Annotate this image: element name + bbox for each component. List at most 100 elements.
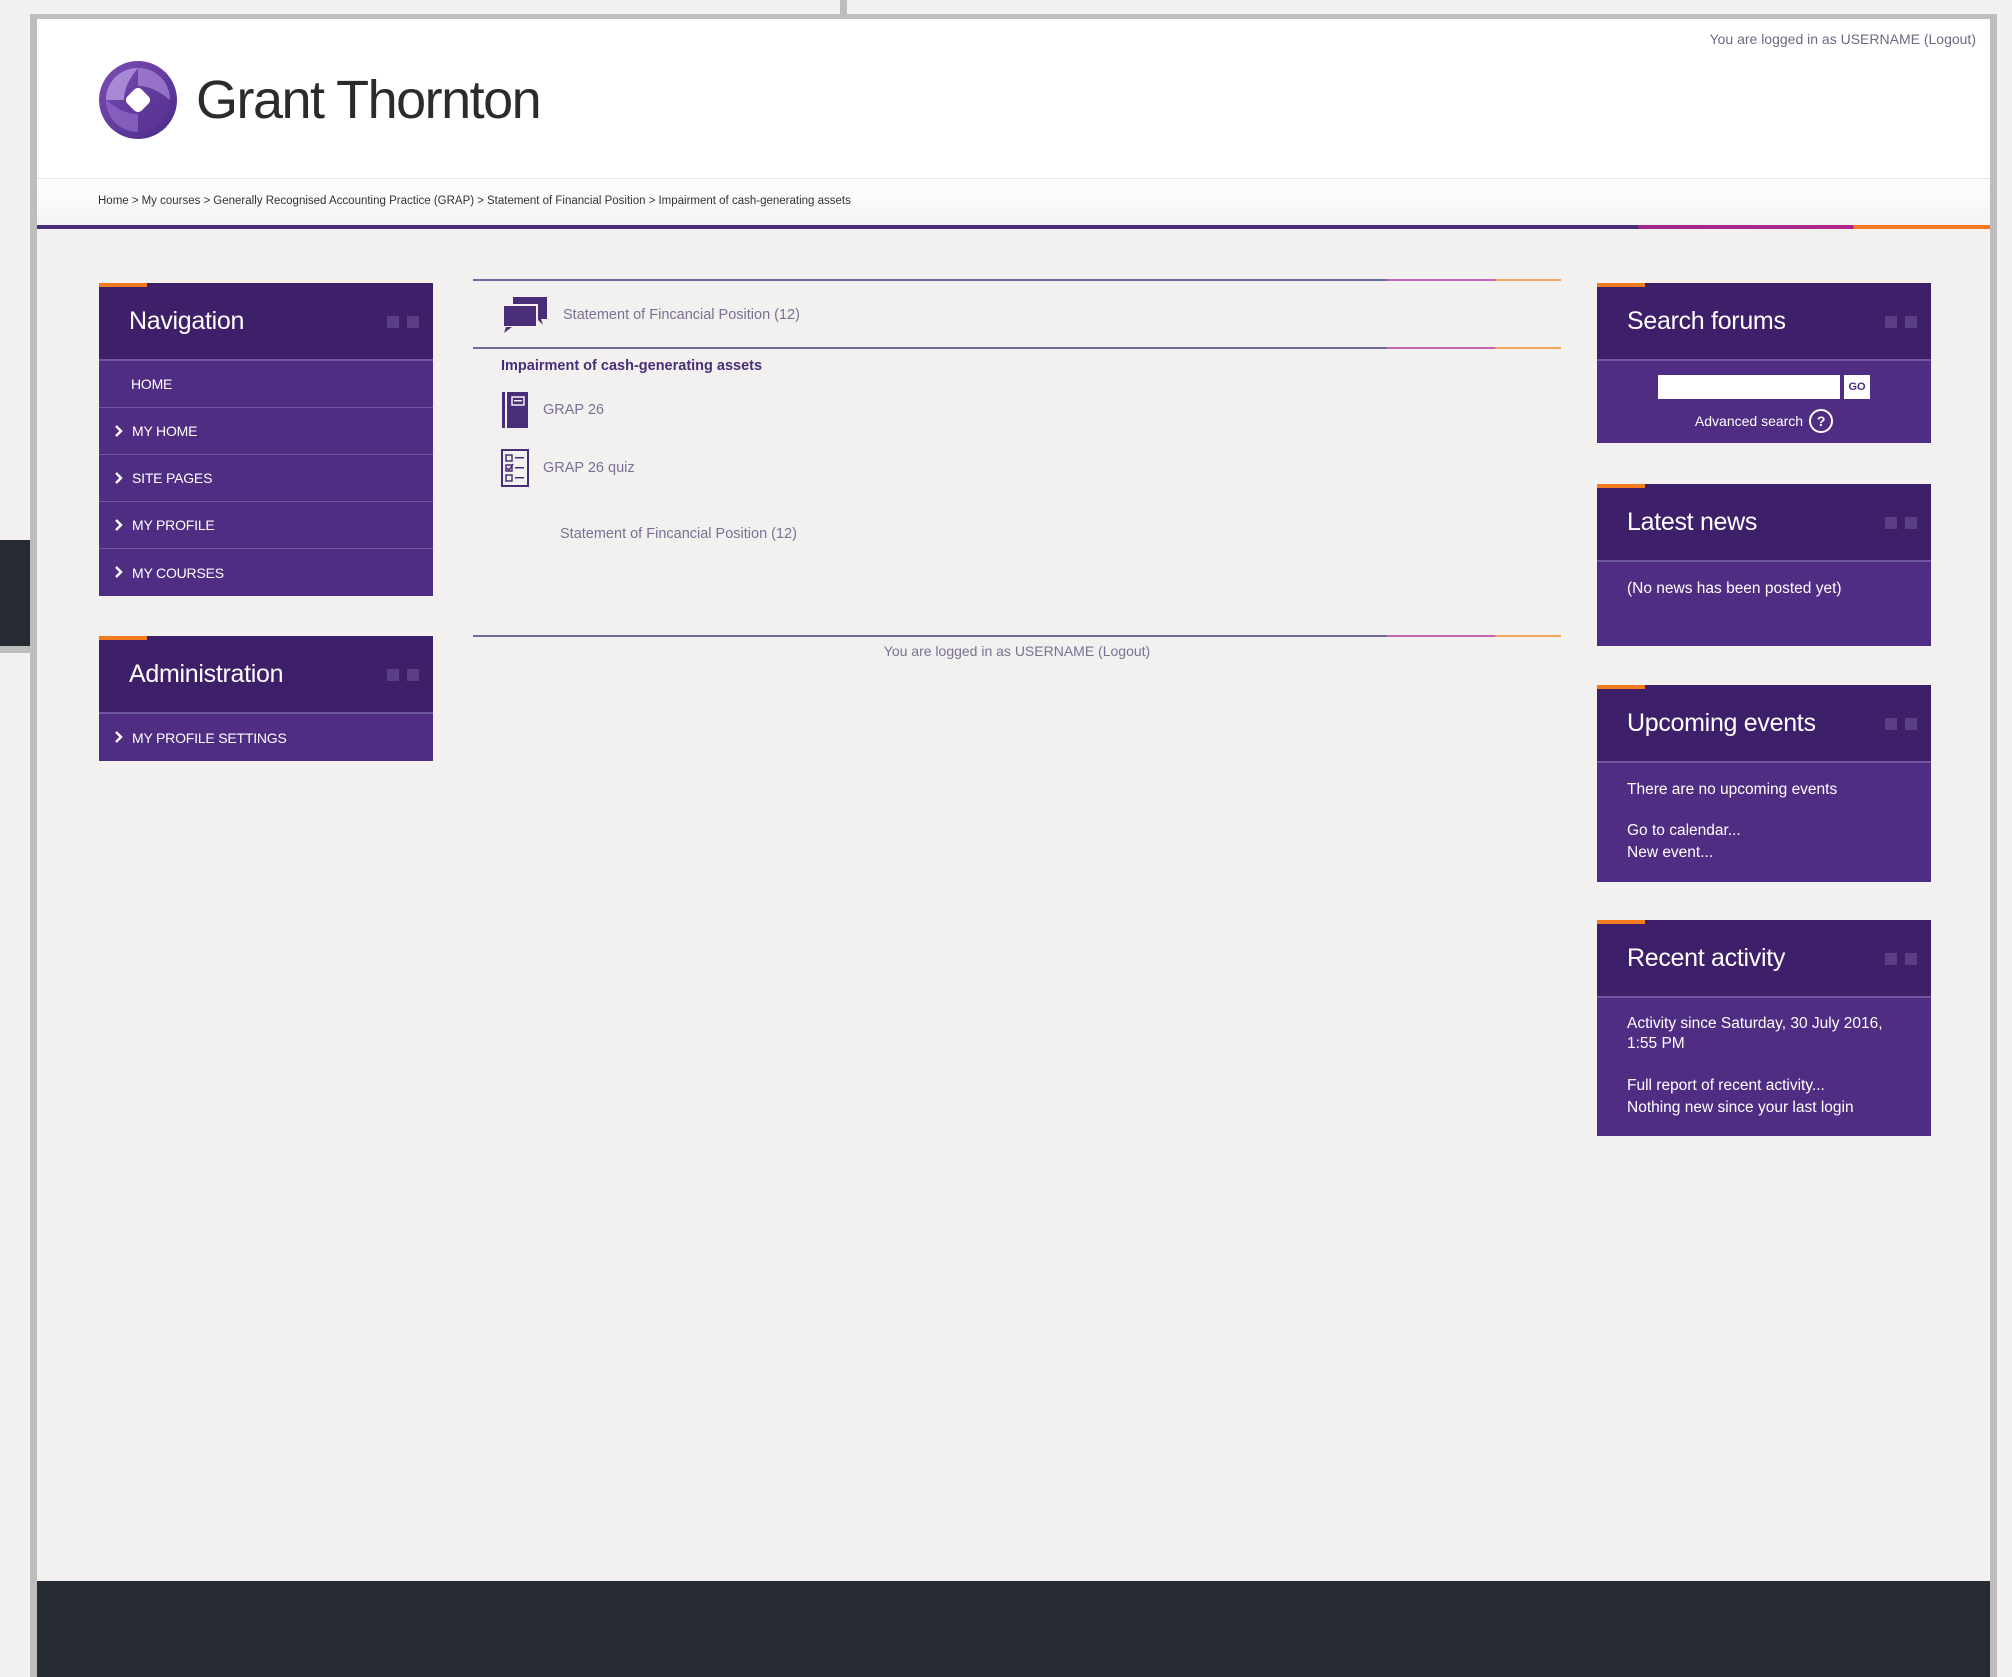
login-text: You are logged in as USERNAME: [1709, 31, 1920, 47]
go-button[interactable]: GO: [1844, 375, 1870, 399]
dock-block-icon[interactable]: [407, 316, 419, 328]
grant-thornton-logo-icon: [99, 61, 177, 139]
advanced-search-link[interactable]: Advanced search: [1695, 410, 1803, 432]
nav-item-home[interactable]: HOME: [99, 361, 433, 408]
brand-logo[interactable]: Grant Thornton: [98, 60, 542, 140]
chevron-right-icon: [115, 425, 123, 437]
no-news-text: (No news has been posted yet): [1627, 580, 1842, 597]
forum-link[interactable]: Statement of Fincancial Position (12): [501, 297, 800, 333]
search-input[interactable]: [1658, 375, 1840, 399]
site-footer: [37, 1581, 1990, 1677]
frame-border-notch: [840, 0, 847, 19]
section-divider: [473, 347, 1561, 349]
login-info: You are logged in as USERNAME (Logout): [1710, 31, 1976, 47]
nav-item-label: MY HOME: [132, 423, 198, 439]
brand-name: Grant Thornton: [196, 70, 542, 130]
help-icon[interactable]: ?: [1809, 409, 1834, 433]
go-to-calendar-link[interactable]: Go to calendar...: [1627, 820, 1901, 842]
recent-activity-block: Recent activity Activity since Saturday,…: [1597, 920, 1931, 1136]
quiz-icon: [501, 449, 529, 487]
forum-icon: [502, 297, 547, 333]
latest-news-body: (No news has been posted yet): [1597, 562, 1931, 618]
full-report-link[interactable]: Full report of recent activity...: [1627, 1076, 1901, 1096]
dock-block-icon[interactable]: [1905, 718, 1917, 730]
latest-news-block-header: Latest news: [1597, 484, 1931, 562]
logout-link[interactable]: (Logout): [1924, 31, 1976, 47]
nav-item-my-home[interactable]: MY HOME: [99, 408, 433, 455]
hide-block-icon[interactable]: [1885, 953, 1897, 965]
breadcrumb-item-section[interactable]: Statement of Financial Position >: [487, 195, 655, 207]
latest-news-title: Latest news: [1627, 508, 1758, 536]
recent-activity-block-header: Recent activity: [1597, 920, 1931, 998]
footer-login-info[interactable]: You are logged in as USERNAME (Logout): [473, 643, 1561, 659]
section-divider: [473, 279, 1561, 281]
book-icon: [502, 392, 528, 428]
breadcrumb-item-home[interactable]: Home >: [98, 195, 139, 207]
dock-block-icon[interactable]: [1905, 316, 1917, 328]
advanced-search-row: Advanced search ?: [1627, 409, 1901, 433]
activity-grap-26-quiz[interactable]: GRAP 26 quiz: [501, 449, 635, 487]
frame-side-tab-edge: [0, 646, 30, 653]
activity-since-text: Activity since Saturday, 30 July 2016, 1…: [1627, 1015, 1883, 1052]
nav-item-my-profile[interactable]: MY PROFILE: [99, 502, 433, 549]
upcoming-events-block-header: Upcoming events: [1597, 685, 1931, 763]
search-forums-body: GO Advanced search ?: [1597, 361, 1931, 443]
chevron-right-icon: [115, 731, 123, 743]
recent-activity-title: Recent activity: [1627, 944, 1786, 972]
activity-label: GRAP 26: [543, 402, 604, 418]
upcoming-events-block: Upcoming events There are no upcoming ev…: [1597, 685, 1931, 882]
chevron-right-icon: [115, 566, 123, 578]
navigation-block-header: Navigation: [99, 283, 433, 361]
nav-item-site-pages[interactable]: SITE PAGES: [99, 455, 433, 502]
administration-block: Administration MY PROFILE SETTINGS: [99, 636, 433, 761]
dock-block-icon[interactable]: [1905, 953, 1917, 965]
hide-block-icon[interactable]: [1885, 718, 1897, 730]
section-divider: [473, 635, 1561, 637]
frame-border-right: [1990, 14, 1997, 1677]
search-forums-block-header: Search forums: [1597, 283, 1931, 361]
search-row: GO: [1627, 375, 1901, 399]
dock-block-icon[interactable]: [1905, 517, 1917, 529]
breadcrumb-item-course[interactable]: Generally Recognised Accounting Practice…: [213, 195, 484, 207]
breadcrumb: Home > My courses > Generally Recognised…: [98, 195, 851, 207]
section-title: Impairment of cash-generating assets: [501, 358, 763, 374]
nav-item-label: MY COURSES: [132, 564, 224, 581]
upcoming-events-body: There are no upcoming events Go to calen…: [1597, 763, 1931, 882]
recent-activity-body: Activity since Saturday, 30 July 2016, 1…: [1597, 998, 1931, 1136]
nav-item-my-courses[interactable]: MY COURSES: [99, 549, 433, 596]
latest-news-block: Latest news (No news has been posted yet…: [1597, 484, 1931, 646]
nav-item-label: MY PROFILE SETTINGS: [132, 729, 287, 746]
frame-side-tab: [0, 540, 30, 646]
new-event-link[interactable]: New event...: [1627, 842, 1901, 864]
hide-block-icon[interactable]: [387, 316, 399, 328]
nav-item-label: HOME: [131, 376, 173, 392]
hide-block-icon[interactable]: [1885, 316, 1897, 328]
forum-sub-link[interactable]: Statement of Fincancial Position (12): [560, 526, 797, 542]
breadcrumb-item-current: Impairment of cash-generating assets: [658, 195, 851, 207]
accent-bar: [37, 225, 1990, 229]
nav-item-label: SITE PAGES: [132, 470, 213, 486]
activity-label: GRAP 26 quiz: [543, 460, 635, 476]
breadcrumb-item-my-courses[interactable]: My courses >: [142, 195, 211, 207]
nav-item-label: MY PROFILE: [132, 517, 215, 533]
chevron-right-icon: [115, 519, 123, 531]
navigation-title: Navigation: [129, 307, 245, 335]
chevron-right-icon: [115, 472, 123, 484]
hide-block-icon[interactable]: [1885, 517, 1897, 529]
activity-grap-26[interactable]: GRAP 26: [501, 391, 604, 429]
nav-item-my-profile-settings[interactable]: MY PROFILE SETTINGS: [99, 714, 433, 761]
page: Grant Thornton You are logged in as USER…: [37, 19, 1990, 1677]
forum-link-label: Statement of Fincancial Position (12): [563, 307, 800, 323]
administration-block-header: Administration: [99, 636, 433, 714]
nothing-new-text: Nothing new since your last login: [1627, 1099, 1854, 1116]
frame-border-left: [30, 14, 37, 1677]
search-forums-block: Search forums GO Advanced search ?: [1597, 283, 1931, 443]
upcoming-events-title: Upcoming events: [1627, 709, 1816, 737]
dock-block-icon[interactable]: [407, 669, 419, 681]
search-forums-title: Search forums: [1627, 307, 1786, 335]
site-header: Grant Thornton You are logged in as USER…: [37, 19, 1990, 179]
administration-title: Administration: [129, 660, 284, 688]
hide-block-icon[interactable]: [387, 669, 399, 681]
navigation-block: Navigation HOME MY HOME SITE PAGES MY PR…: [99, 283, 433, 596]
no-events-text: There are no upcoming events: [1627, 781, 1838, 798]
